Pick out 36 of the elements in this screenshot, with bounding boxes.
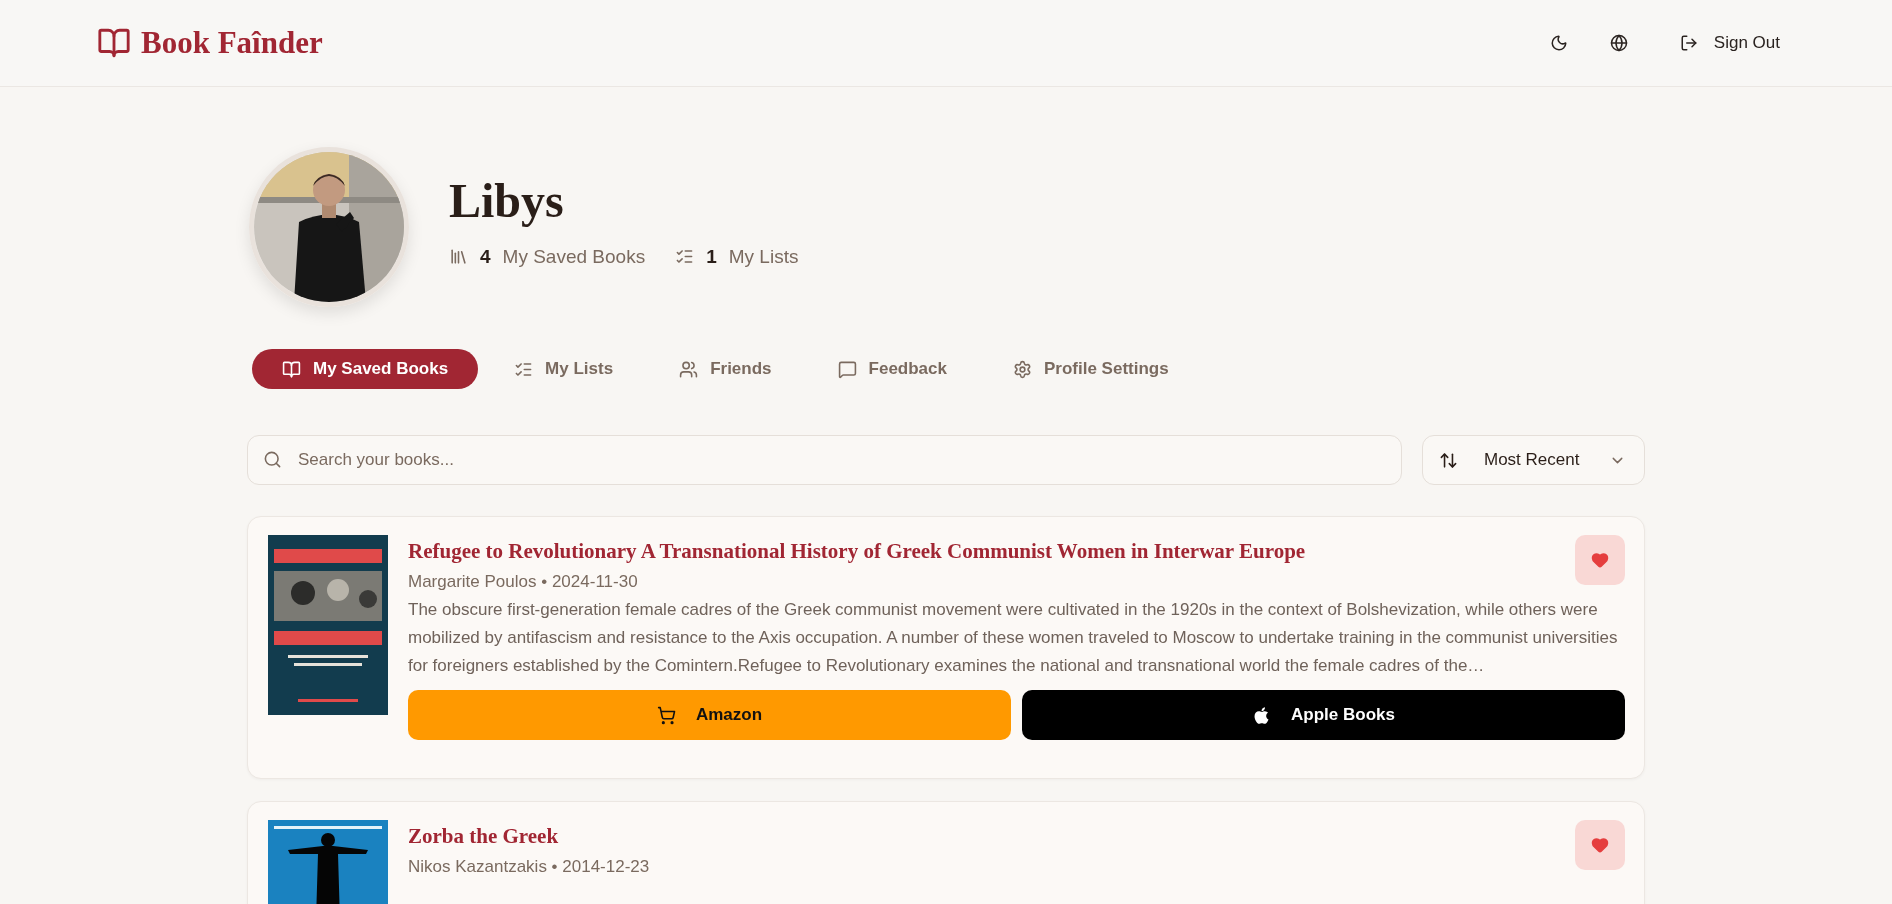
brand-name: Book Faînder bbox=[141, 25, 323, 61]
sort-icon bbox=[1439, 450, 1458, 470]
book-icon bbox=[282, 359, 301, 379]
book-icon bbox=[97, 26, 131, 60]
cart-icon bbox=[656, 705, 676, 725]
tab[interactable]: My Lists bbox=[484, 349, 644, 389]
search-icon bbox=[263, 450, 282, 469]
speech-bubble-icon bbox=[837, 359, 857, 379]
heart-icon bbox=[1591, 836, 1609, 854]
heart-icon bbox=[1591, 551, 1609, 569]
book-title[interactable]: Refugee to Revolutionary A Transnational History of Greek Communist Women in Interwar Europe bbox=[408, 539, 1306, 564]
settings-icon bbox=[1013, 359, 1032, 379]
library-icon bbox=[449, 247, 468, 266]
tab[interactable]: Profile Settings bbox=[983, 349, 1199, 389]
exit-icon bbox=[1679, 34, 1698, 52]
search-field[interactable]: Search your books... bbox=[247, 435, 1402, 485]
profile-name: Libys bbox=[449, 172, 565, 228]
book-description: The obscure first-generation female cadres of the Greek communist movement were cultivated in the 1920s in the context of Bolshevization, while others were mobilized by antifascism and resistance to the Axis occupation. A number of these women traveled to Moscow to undertake training in the communist universities for foreigners established by the Comintern.Refugee to Revolutionary examines the national and transnational world the female cadres of the… bbox=[408, 599, 1619, 677]
sort-dropdown[interactable]: Most Recent bbox=[1422, 435, 1645, 485]
book-title[interactable]: Zorba the Greek bbox=[408, 824, 650, 849]
stat-label: My Lists bbox=[728, 245, 799, 268]
checklist-icon bbox=[675, 247, 695, 266]
tab[interactable]: Friends bbox=[649, 349, 802, 389]
tab[interactable]: My Saved Books bbox=[252, 349, 479, 389]
stat-count: 4 bbox=[480, 245, 491, 268]
store-button[interactable]: Apple Books bbox=[1022, 690, 1625, 740]
favorite-button[interactable] bbox=[1575, 820, 1625, 870]
stat-count: 1 bbox=[706, 245, 717, 268]
book-meta: Margarite Poulos • 2024-11-30 bbox=[408, 572, 639, 592]
stat-label: My Saved Books bbox=[502, 245, 646, 268]
sign-out-button[interactable]: Sign Out bbox=[1675, 29, 1784, 57]
store-button[interactable]: Amazon bbox=[408, 690, 1011, 740]
tab[interactable]: Feedback bbox=[807, 349, 977, 389]
favorite-button[interactable] bbox=[1575, 535, 1625, 585]
people-icon bbox=[679, 359, 699, 379]
book-meta: Nikos Kazantzakis • 2014-12-23 bbox=[408, 857, 650, 877]
